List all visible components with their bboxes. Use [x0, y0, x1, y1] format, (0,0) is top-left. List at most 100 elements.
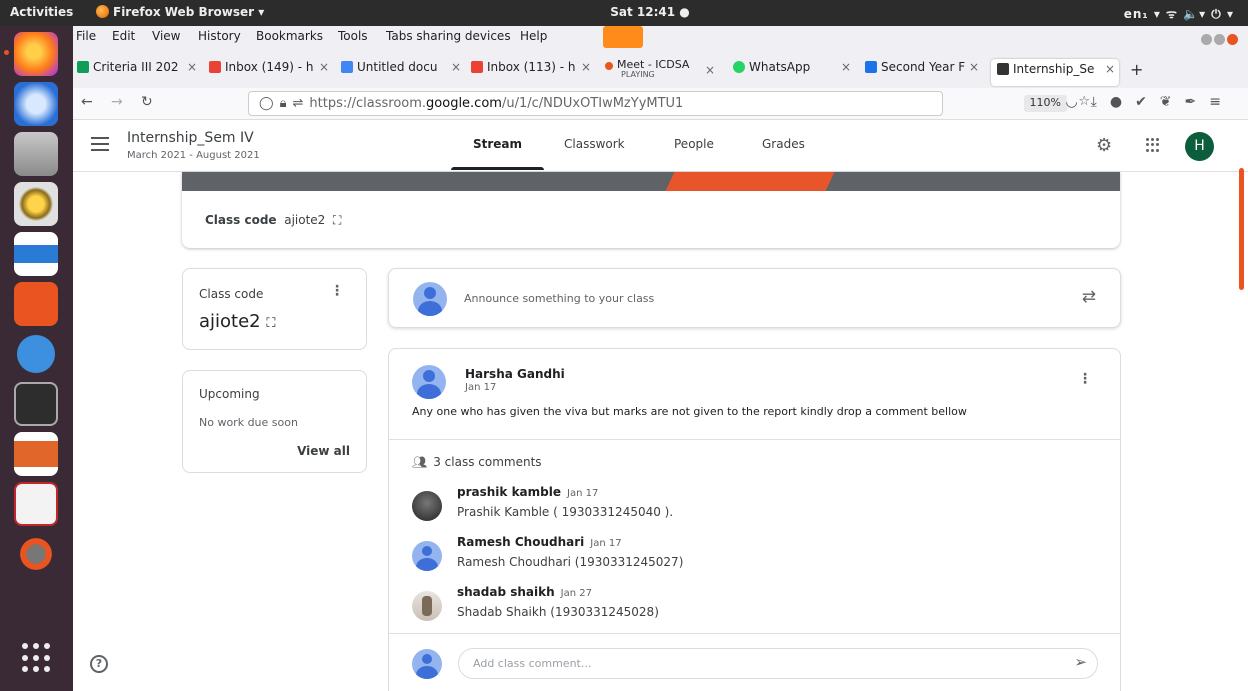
- menu-file[interactable]: File: [76, 29, 96, 43]
- terminal-icon[interactable]: [14, 382, 58, 426]
- gmail-icon: [209, 61, 221, 73]
- tab-inbox-149[interactable]: Inbox (149) - h ×: [209, 60, 333, 84]
- more-vert-icon[interactable]: ⋮: [330, 283, 344, 299]
- thunderbird-icon[interactable]: [14, 82, 58, 126]
- post-body: Any one who has given the viva but marks…: [412, 405, 967, 418]
- lock-icon[interactable]: 🔒︎: [280, 96, 287, 111]
- tab-grades[interactable]: Grades: [762, 137, 805, 151]
- impress-icon[interactable]: [14, 432, 58, 476]
- send-icon[interactable]: ➢: [1074, 653, 1087, 671]
- dock: [0, 26, 73, 691]
- post-date: Jan 17: [465, 382, 497, 393]
- new-tab-button[interactable]: +: [1130, 60, 1143, 79]
- tab-inbox-113[interactable]: Inbox (113) - h ×: [471, 60, 595, 84]
- banner-decoration: [665, 172, 835, 191]
- tab-criteria[interactable]: Criteria III 202 ×: [77, 60, 201, 84]
- menu-help[interactable]: Help: [520, 29, 547, 43]
- minimize-button[interactable]: [1201, 34, 1212, 45]
- settings-tools-icon[interactable]: [14, 532, 58, 576]
- upcoming-note: No work due soon: [199, 416, 298, 429]
- close-icon[interactable]: ×: [581, 60, 591, 74]
- avatar: [412, 591, 442, 621]
- avatar: [412, 541, 442, 571]
- menu-tools[interactable]: Tools: [338, 29, 368, 43]
- back-icon[interactable]: ←: [81, 94, 93, 110]
- activities-button[interactable]: Activities: [10, 5, 73, 19]
- clock[interactable]: Sat 12:41 ●: [600, 5, 700, 19]
- menu-tabs-sharing[interactable]: Tabs sharing devices: [386, 29, 511, 43]
- app-menu[interactable]: Firefox Web Browser ▾: [96, 5, 264, 19]
- tab-people[interactable]: People: [674, 137, 714, 151]
- software-center-icon[interactable]: [14, 282, 58, 326]
- tab-whatsapp[interactable]: WhatsApp ×: [733, 60, 855, 84]
- announce-box[interactable]: Announce something to your class ⇄: [388, 268, 1121, 328]
- classroom-icon: [997, 63, 1009, 75]
- url-bar[interactable]: ◯ 🔒︎ ⇌ https://classroom.google.com/u/1/c/N…: [248, 91, 1090, 116]
- tab-stream[interactable]: Stream: [450, 137, 545, 170]
- reload-icon[interactable]: ↻: [141, 94, 153, 110]
- menu-bookmarks[interactable]: Bookmarks: [256, 29, 323, 43]
- google-apps-icon[interactable]: [1146, 138, 1160, 152]
- tab-untitled-doc[interactable]: Untitled docu ×: [341, 60, 465, 84]
- gear-icon[interactable]: ⚙: [1096, 135, 1112, 156]
- menu-history[interactable]: History: [198, 29, 241, 43]
- people-icon: 👥︎: [412, 455, 428, 469]
- avatar: [412, 491, 442, 521]
- permissions-icon[interactable]: ⇌: [292, 96, 303, 111]
- toolbar-icons[interactable]: ◡⤓●✔❦✒≡: [1065, 94, 1234, 110]
- more-vert-icon[interactable]: ⋮: [1078, 371, 1092, 387]
- avatar: [412, 365, 446, 399]
- close-icon[interactable]: ×: [451, 60, 461, 74]
- upcoming-card: Upcoming No work due soon View all: [182, 370, 367, 473]
- system-tray[interactable]: en₁ ▾ ᯤ 🔈▾ ⏻ ▾: [1124, 5, 1234, 22]
- firefox-dock-icon[interactable]: [4, 32, 58, 76]
- announce-placeholder[interactable]: Announce something to your class: [464, 292, 654, 305]
- comment-text: Shadab Shaikh (1930331245028): [457, 605, 659, 619]
- tab-classwork[interactable]: Classwork: [564, 137, 625, 151]
- close-icon[interactable]: ×: [969, 60, 979, 74]
- writer-icon[interactable]: [14, 232, 58, 276]
- avatar: [413, 282, 447, 316]
- maximize-button[interactable]: [1214, 34, 1225, 45]
- close-icon[interactable]: ×: [1105, 62, 1115, 76]
- scrollbar[interactable]: [1239, 168, 1244, 290]
- forward-icon[interactable]: →: [111, 94, 123, 110]
- classroom-header: Internship_Sem IV March 2021 - August 20…: [73, 120, 1248, 172]
- media-playing-indicator[interactable]: [603, 26, 643, 48]
- repost-icon[interactable]: ⇄: [1082, 287, 1096, 307]
- tab-second-year[interactable]: Second Year F ×: [865, 60, 983, 84]
- files-icon[interactable]: [14, 132, 58, 176]
- account-avatar[interactable]: H: [1185, 132, 1214, 161]
- close-button[interactable]: [1227, 34, 1238, 45]
- close-icon[interactable]: ×: [187, 60, 197, 74]
- pdf-viewer-icon[interactable]: [14, 482, 58, 526]
- main-menu-icon[interactable]: [91, 137, 109, 151]
- window-controls: [1199, 34, 1238, 48]
- navigation-bar: ← → ↻ ◯ 🔒︎ ⇌ https://classroom.google.com/u…: [73, 88, 1248, 120]
- menu-bar: File Edit View History Bookmarks Tools T…: [73, 26, 1248, 54]
- fullscreen-icon[interactable]: ⛶: [333, 213, 341, 227]
- fullscreen-icon[interactable]: ⛶: [266, 316, 275, 331]
- show-applications-icon[interactable]: [22, 643, 52, 673]
- class-comments-toggle[interactable]: 👥︎ 3 class comments: [412, 455, 542, 469]
- classroom-icon: [865, 61, 877, 73]
- shield-icon[interactable]: ◯: [259, 96, 274, 111]
- help-icon[interactable]: ?: [90, 655, 108, 673]
- close-icon[interactable]: ×: [319, 60, 329, 74]
- close-icon[interactable]: ×: [841, 60, 851, 74]
- divider: [389, 633, 1120, 634]
- tab-internship[interactable]: Internship_Se ×: [991, 59, 1119, 86]
- menu-edit[interactable]: Edit: [112, 29, 135, 43]
- zoom-level[interactable]: 110%: [1023, 95, 1067, 112]
- rhythmbox-icon[interactable]: [14, 182, 58, 226]
- comment-text: Ramesh Choudhari (1930331245027): [457, 555, 684, 569]
- add-comment-input[interactable]: Add class comment... ➢: [458, 648, 1098, 679]
- tab-meet[interactable]: Meet - ICDSA PLAYING ×: [605, 57, 719, 84]
- class-title[interactable]: Internship_Sem IV: [127, 130, 254, 146]
- avatar: [412, 649, 442, 679]
- comment-author: Ramesh Choudhari Jan 17: [457, 535, 622, 549]
- menu-view[interactable]: View: [152, 29, 180, 43]
- help-icon[interactable]: [14, 332, 58, 376]
- view-all-link[interactable]: View all: [297, 444, 350, 458]
- close-icon[interactable]: ×: [705, 63, 715, 77]
